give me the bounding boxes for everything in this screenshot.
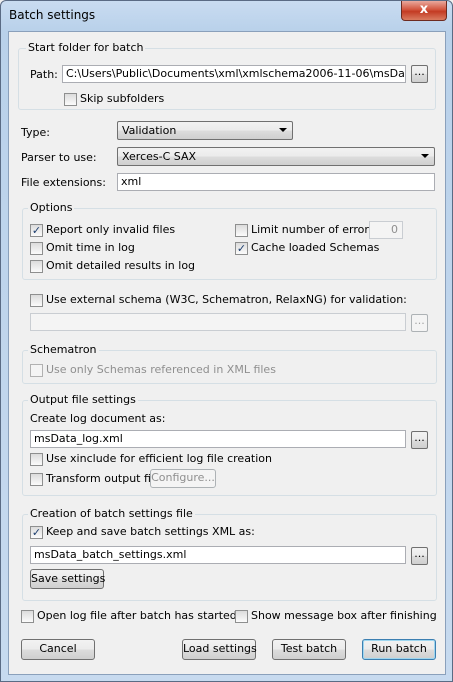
skip-subfolders-box[interactable]	[64, 93, 77, 106]
path-browse-button[interactable]: ...	[411, 65, 428, 83]
cache-schemas-box[interactable]: ✓	[235, 242, 248, 255]
external-schema-input[interactable]	[30, 313, 406, 331]
batch-settings-browse-button[interactable]: ...	[411, 547, 428, 565]
batch-settings-file-input[interactable]: msData_batch_settings.xml	[30, 546, 406, 564]
open-log-after-label: Open log file after batch has started	[37, 609, 237, 622]
external-schema-box[interactable]	[30, 294, 43, 307]
create-log-label: Create log document as:	[30, 412, 166, 425]
type-label: Type:	[21, 126, 50, 139]
show-message-box-box[interactable]	[235, 610, 248, 623]
batch-file-group-title: Creation of batch settings file	[28, 507, 195, 520]
limit-errors-box[interactable]	[235, 224, 248, 237]
omit-time-box[interactable]	[30, 242, 43, 255]
file-extensions-input[interactable]: xml	[117, 173, 435, 191]
schematron-referenced-box[interactable]	[30, 364, 43, 377]
parser-dropdown[interactable]: Xerces-C SAX	[117, 147, 435, 166]
external-schema-browse-button[interactable]: ...	[411, 314, 428, 332]
output-settings-group-title: Output file settings	[28, 393, 138, 406]
keep-save-batch-label: Keep and save batch settings XML as:	[46, 525, 255, 538]
parser-label: Parser to use:	[21, 151, 97, 164]
transform-output-label: Transform output file	[46, 472, 161, 485]
skip-subfolders-label: Skip subfolders	[80, 92, 165, 105]
configure-button[interactable]: Configure...	[150, 469, 216, 488]
omit-time-label: Omit time in log	[46, 241, 135, 254]
keep-save-batch-box[interactable]: ✓	[30, 526, 43, 539]
save-settings-button[interactable]: Save settings	[30, 569, 105, 589]
log-document-input[interactable]: msData_log.xml	[30, 430, 406, 448]
cancel-button[interactable]: Cancel	[21, 639, 95, 660]
show-message-box-label: Show message box after finishing	[251, 609, 437, 622]
start-folder-group-title: Start folder for batch	[26, 41, 146, 54]
path-input[interactable]: C:\Users\Public\Documents\xml\xmlschema2…	[62, 65, 406, 83]
open-log-after-box[interactable]	[21, 610, 34, 623]
type-value: Validation	[122, 124, 177, 137]
close-button[interactable]: x	[401, 1, 447, 21]
batch-settings-window: Batch settings x Start folder for batch …	[0, 0, 453, 682]
omit-detailed-box[interactable]	[30, 260, 43, 273]
window-title: Batch settings	[9, 8, 96, 22]
options-group-title: Options	[28, 201, 75, 214]
type-dropdown[interactable]: Validation	[117, 121, 293, 140]
cache-schemas-label: Cache loaded Schemas	[251, 241, 380, 254]
use-xinclude-label: Use xinclude for efficient log file crea…	[46, 452, 273, 465]
report-only-invalid-label: Report only invalid files	[46, 223, 176, 236]
log-document-browse-button[interactable]: ...	[411, 431, 428, 449]
title-bar[interactable]: Batch settings x	[1, 1, 452, 31]
schematron-group-title: Schematron	[28, 343, 99, 356]
dialog-client-area: Start folder for batch Path: C:\Users\Pu…	[8, 31, 446, 675]
transform-output-box[interactable]	[30, 473, 43, 486]
load-settings-button[interactable]: Load settings	[182, 639, 257, 660]
chevron-down-icon	[279, 128, 287, 132]
schematron-referenced-label: Use only Schemas referenced in XML files	[46, 363, 276, 376]
omit-detailed-label: Omit detailed results in log	[46, 259, 196, 272]
use-xinclude-box[interactable]	[30, 453, 43, 466]
limit-errors-input[interactable]: 0	[369, 221, 403, 239]
external-schema-label: Use external schema (W3C, Schematron, Re…	[46, 293, 407, 306]
test-batch-button[interactable]: Test batch	[272, 639, 346, 660]
run-batch-button[interactable]: Run batch	[362, 639, 436, 660]
file-extensions-label: File extensions:	[21, 176, 106, 189]
parser-value: Xerces-C SAX	[122, 150, 197, 163]
chevron-down-icon	[421, 154, 429, 158]
report-only-invalid-box[interactable]: ✓	[30, 224, 43, 237]
path-label: Path:	[30, 68, 58, 81]
